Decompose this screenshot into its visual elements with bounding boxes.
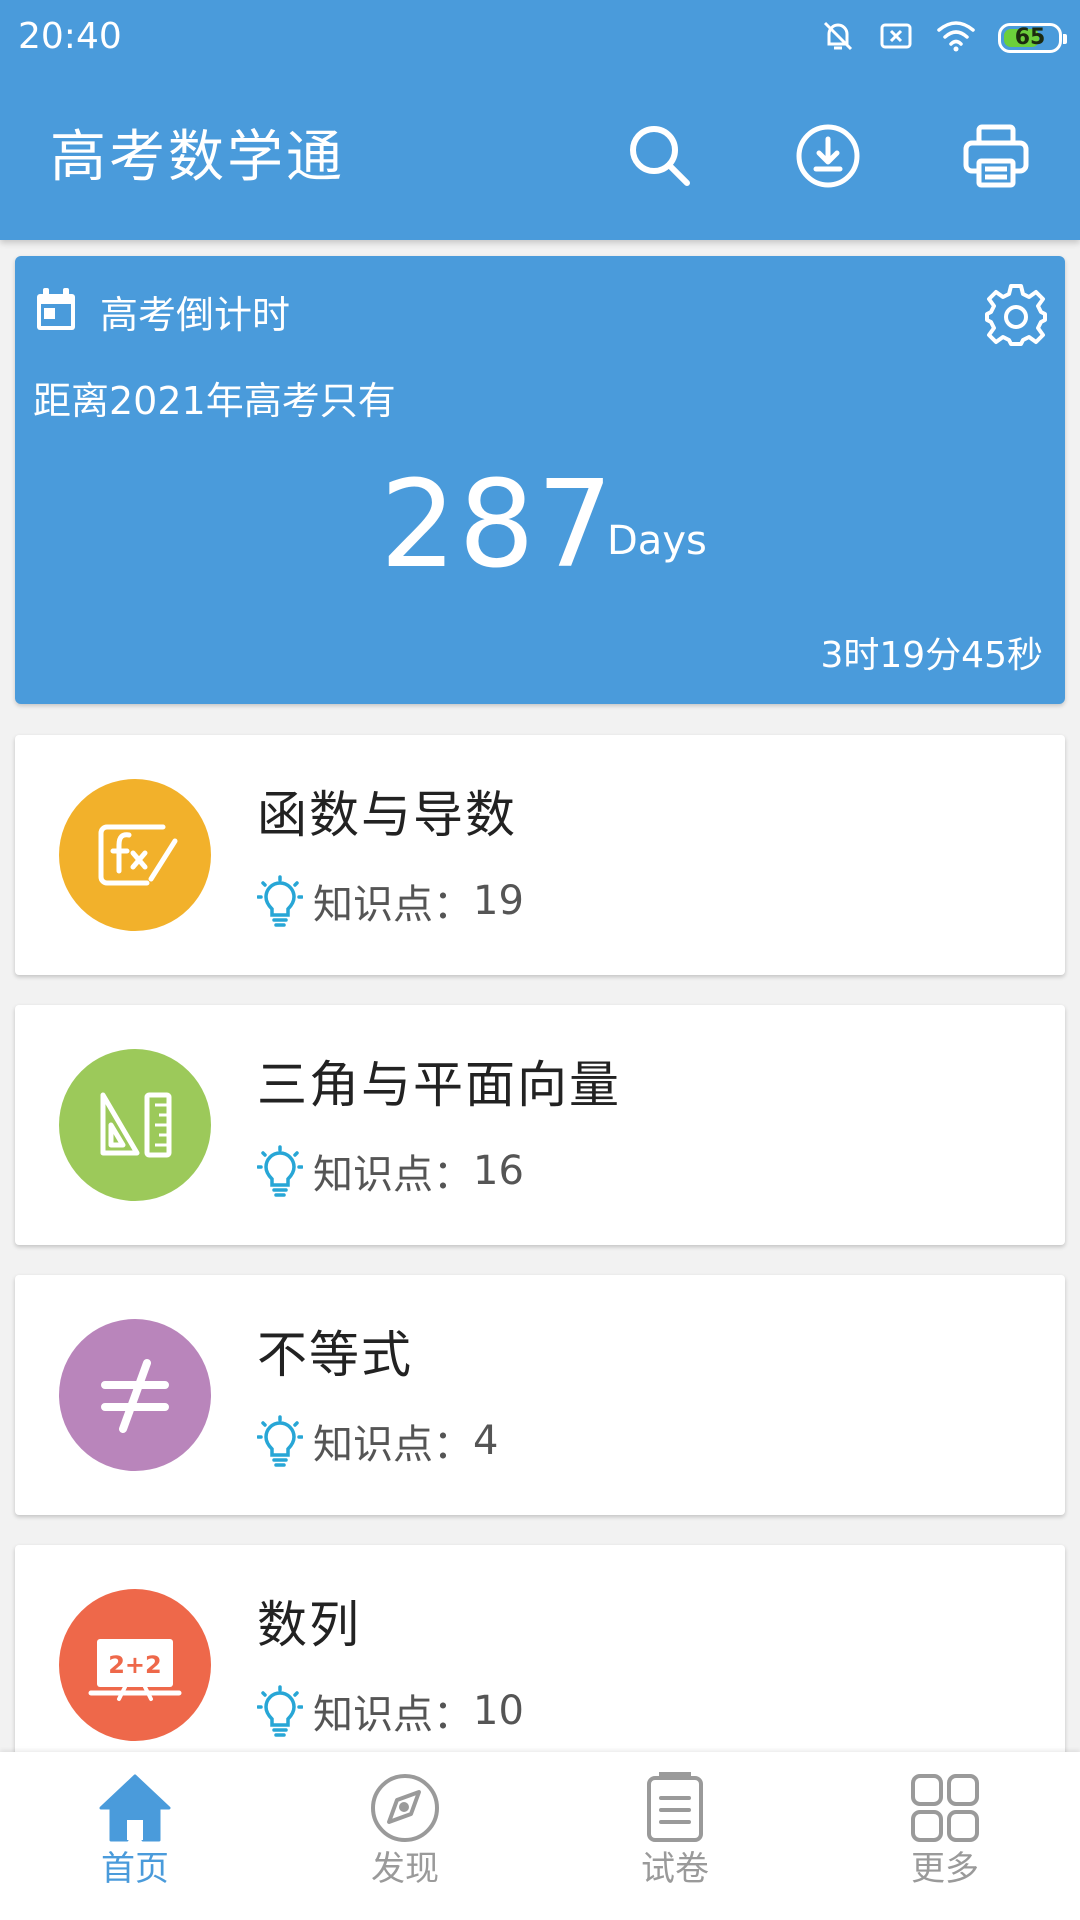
knowledge-count: 10 xyxy=(473,1688,524,1734)
lightbulb-icon xyxy=(257,875,303,927)
topic-icon-circle xyxy=(59,1319,211,1471)
document-icon xyxy=(647,1772,703,1842)
lightbulb-icon xyxy=(257,1145,303,1197)
countdown-time-left: 3时19分45秒 xyxy=(820,635,1043,676)
countdown-subtitle: 距离2021年高考只有 xyxy=(33,379,396,423)
not-equal-icon xyxy=(101,1359,169,1433)
battery-level: 65 xyxy=(1014,25,1046,50)
search-button[interactable] xyxy=(622,118,698,194)
topic-knowledge-count: 知识点： 16 xyxy=(257,1143,524,1199)
countdown-settings-button[interactable] xyxy=(983,282,1049,348)
gear-icon xyxy=(985,284,1047,346)
topic-knowledge-count: 知识点： 4 xyxy=(257,1413,498,1469)
countdown-title: 高考倒计时 xyxy=(100,293,291,337)
notifications-muted-icon xyxy=(820,18,856,58)
knowledge-label: 知识点： xyxy=(313,882,473,928)
topic-title: 三角与平面向量 xyxy=(257,1056,621,1114)
knowledge-label: 知识点： xyxy=(313,1692,473,1738)
nav-home[interactable]: 首页 xyxy=(0,1752,270,1920)
nav-more[interactable]: 更多 xyxy=(810,1752,1080,1920)
compass-icon xyxy=(371,1774,439,1842)
calendar-icon xyxy=(37,288,75,330)
nav-label: 更多 xyxy=(911,1849,979,1889)
download-icon xyxy=(796,124,860,188)
grid-icon xyxy=(911,1774,979,1842)
svg-text:2+2: 2+2 xyxy=(108,1651,162,1679)
bottom-nav: 首页 发现 试卷 更多 xyxy=(0,1752,1080,1920)
topic-title: 函数与导数 xyxy=(257,786,517,844)
search-icon xyxy=(630,126,690,186)
topic-card-trigonometry[interactable]: 三角与平面向量 知识点： 16 xyxy=(15,1005,1065,1245)
topic-knowledge-count: 知识点： 19 xyxy=(257,873,524,929)
status-time: 20:40 xyxy=(18,16,122,57)
lightbulb-icon xyxy=(257,1685,303,1737)
nav-label: 发现 xyxy=(371,1849,439,1889)
topic-icon-circle: 2+2 xyxy=(59,1589,211,1741)
topic-card-functions[interactable]: 函数与导数 知识点： 19 xyxy=(15,735,1065,975)
knowledge-count: 16 xyxy=(473,1148,524,1194)
nav-label: 首页 xyxy=(101,1849,169,1889)
nav-papers[interactable]: 试卷 xyxy=(540,1752,810,1920)
countdown-card: 高考倒计时 距离2021年高考只有 287 Days 3时19分45秒 xyxy=(15,256,1065,704)
topic-icon-circle xyxy=(59,779,211,931)
sim-card-icon xyxy=(878,18,914,58)
blackboard-icon: 2+2 xyxy=(88,1639,182,1701)
nav-discover[interactable]: 发现 xyxy=(270,1752,540,1920)
topic-title: 不等式 xyxy=(257,1326,413,1384)
nav-label: 试卷 xyxy=(641,1849,709,1889)
topic-card-inequalities[interactable]: 不等式 知识点： 4 xyxy=(15,1275,1065,1515)
app-bar: 20:40 65 高考数学通 xyxy=(0,0,1080,240)
knowledge-label: 知识点： xyxy=(313,1152,473,1198)
app-title: 高考数学通 xyxy=(50,125,345,190)
topic-card-sequences[interactable]: 2+2 数列 知识点： 10 xyxy=(15,1545,1065,1785)
knowledge-label: 知识点： xyxy=(313,1422,473,1468)
triangle-ruler-icon xyxy=(100,1092,172,1158)
status-bar: 20:40 65 xyxy=(0,0,1080,75)
topic-title: 数列 xyxy=(257,1596,361,1654)
wifi-icon xyxy=(936,18,976,58)
home-icon xyxy=(99,1774,171,1842)
print-icon xyxy=(963,124,1029,188)
knowledge-count: 4 xyxy=(473,1418,499,1464)
download-button[interactable] xyxy=(790,118,866,194)
battery-icon: 65 xyxy=(998,23,1067,53)
print-button[interactable] xyxy=(958,118,1034,194)
knowledge-count: 19 xyxy=(473,878,524,924)
function-fx-icon xyxy=(98,824,178,886)
topic-knowledge-count: 知识点： 10 xyxy=(257,1683,524,1739)
countdown-days-unit: Days xyxy=(607,518,707,564)
topic-icon-circle xyxy=(59,1049,211,1201)
lightbulb-icon xyxy=(257,1415,303,1467)
status-icons: 65 xyxy=(820,18,1067,58)
countdown-days: 287 xyxy=(380,456,616,595)
